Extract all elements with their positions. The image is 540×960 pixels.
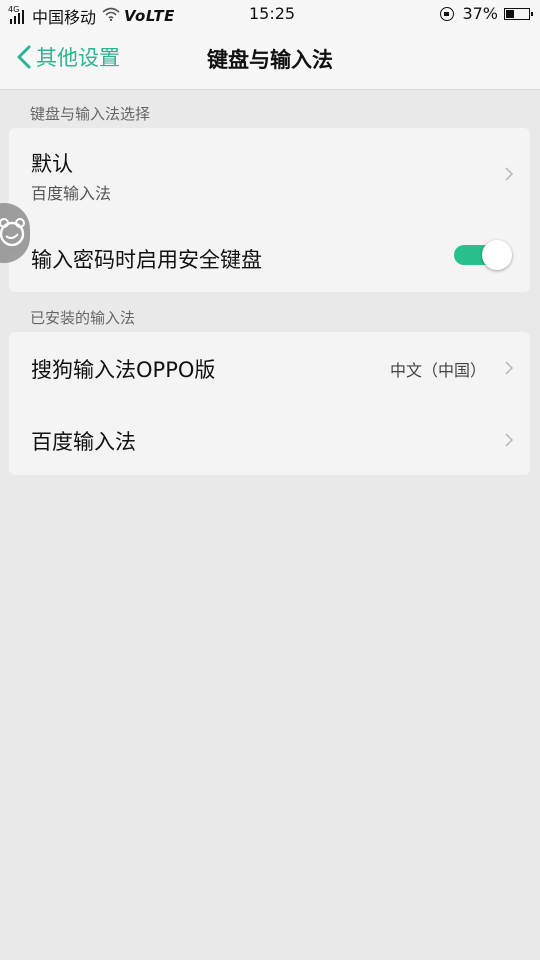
section-header-select: 键盘与输入法选择 [30,105,151,123]
installed-ime-language: 中文（中国） [389,361,486,380]
secure-keyboard-toggle[interactable] [454,240,512,270]
battery-fill [506,9,514,18]
default-ime-subtitle: 百度输入法 [31,184,112,203]
installed-ime-title: 百度输入法 [31,430,136,454]
rotation-lock-icon [440,6,455,21]
battery-icon [504,7,533,20]
default-ime-row[interactable]: 默认 百度输入法 [9,128,530,220]
nav-bar: 其他设置 键盘与输入法 [0,28,540,90]
section-header-installed: 已安装的输入法 [30,309,136,327]
toggle-knob [482,240,512,270]
card-select: 默认 百度输入法 输入密码时启用安全键盘 [9,128,530,292]
installed-ime-row[interactable]: 百度输入法 [9,404,530,475]
signal-icon: 4G [8,5,30,24]
default-ime-title: 默认 [31,152,73,176]
battery-percent: 37% [462,4,498,23]
secure-keyboard-row: 输入密码时启用安全键盘 [9,228,530,288]
chevron-right-icon [505,167,514,181]
volte-indicator: VoLTE [124,7,175,25]
chevron-right-icon [505,361,514,375]
status-bar: 4G 中国移动 VoLTE 15:25 37% [0,0,540,28]
bear-face-icon [0,218,25,247]
status-right: 37% [440,4,533,23]
installed-ime-row[interactable]: 搜狗输入法OPPO版 中文（中国） [9,332,530,404]
chevron-right-icon [505,433,514,447]
page-title: 键盘与输入法 [207,48,333,72]
status-time: 15:25 [249,4,296,23]
status-left: 4G 中国移动 VoLTE [8,4,175,28]
secure-keyboard-title: 输入密码时启用安全键盘 [31,248,262,272]
wifi-icon [102,7,120,25]
card-installed: 搜狗输入法OPPO版 中文（中国） 百度输入法 [9,332,530,475]
installed-ime-title: 搜狗输入法OPPO版 [31,358,216,382]
carrier-name: 中国移动 [32,8,97,27]
